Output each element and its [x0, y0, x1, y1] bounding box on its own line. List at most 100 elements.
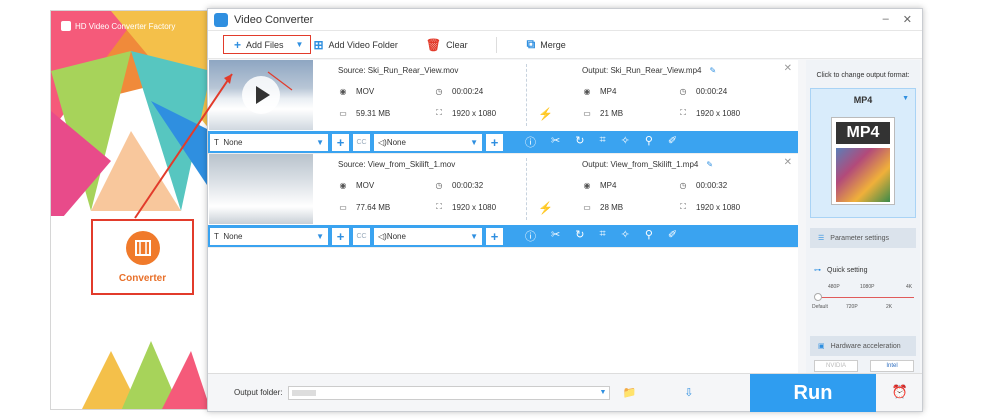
- output-folder-input[interactable]: ▼: [288, 385, 611, 400]
- chevron-down-icon: ▼: [902, 95, 909, 102]
- output-filename: Output: Ski_Run_Rear_View.mp4: [582, 66, 702, 75]
- edit-pencil-icon[interactable]: ✎: [706, 160, 713, 169]
- download-icon[interactable]: ⇩: [684, 386, 693, 399]
- film-icon: [125, 230, 160, 265]
- file-item: Source: Ski_Run_Rear_View.mov ◉ MOV ◷ 00:0…: [208, 60, 798, 154]
- launcher-background: [51, 11, 209, 409]
- source-filename: Source: Ski_Run_Rear_View.mov: [338, 66, 459, 75]
- chevron-down-icon: ▼: [470, 137, 478, 147]
- merge-icon: ⧉: [526, 37, 536, 51]
- converter-tile[interactable]: Converter: [91, 219, 194, 295]
- item-edit-bar: T None ▼ + CC ◁)None ▼ + ⓘ ✂ ↻ ⌗ ✧ ⚲ ✐: [208, 225, 798, 247]
- close-button[interactable]: ✕: [903, 13, 912, 26]
- format-icon: ◉: [339, 87, 347, 96]
- add-subtitle-button[interactable]: +: [332, 227, 349, 245]
- chip-icon: ▣: [818, 343, 825, 350]
- item-edit-bar: T None ▼ + CC ◁)None ▼ + ⓘ ✂ ↻ ⌗ ✧ ⚲ ✐: [208, 131, 798, 153]
- edit-icon[interactable]: ✐: [668, 134, 677, 150]
- output-format-hint: Click to change output format:: [816, 72, 910, 79]
- clear-button[interactable]: 🗑 Clear: [426, 38, 468, 52]
- trim-icon[interactable]: ✂: [551, 228, 560, 244]
- crop-icon[interactable]: ⌗: [599, 228, 605, 244]
- toolbar: + Add Files ▼ ⊞ Add Video Folder 🗑 Clear…: [208, 31, 922, 59]
- nvidia-option[interactable]: NVIDIA: [814, 360, 858, 372]
- slider-icon: ⊶: [814, 267, 821, 274]
- file-size-icon: ▭: [583, 108, 591, 118]
- watermark-icon[interactable]: ⚲: [645, 228, 653, 244]
- item-divider: [526, 64, 527, 126]
- clock-icon: ◷: [435, 87, 443, 96]
- resolution-icon: ⛶: [436, 202, 442, 211]
- format-icon: ◉: [339, 181, 347, 190]
- rotate-icon[interactable]: ↻: [575, 134, 584, 150]
- cc-icon[interactable]: CC: [353, 227, 370, 245]
- add-video-folder-button[interactable]: ⊞ Add Video Folder: [313, 38, 397, 52]
- quick-setting-label: ⊶ Quick setting: [814, 266, 868, 275]
- chevron-down-icon: ▼: [599, 389, 607, 396]
- mp4-format-icon: MP4: [831, 117, 895, 205]
- output-info: Output: View_from_Skilift_1.mp4 ✎ ◉ MP4 ◷ 0…: [582, 160, 741, 212]
- video-thumbnail[interactable]: [209, 154, 313, 224]
- chevron-down-icon: ▼: [316, 137, 324, 147]
- file-size-icon: ▭: [583, 202, 591, 212]
- source-info: Source: Ski_Run_Rear_View.mov ◉ MOV ◷ 00:0…: [338, 66, 530, 130]
- folder-plus-icon: ⊞: [313, 37, 324, 52]
- output-filename: Output: View_from_Skilift_1.mp4: [582, 160, 699, 169]
- converter-window: Video Converter – ✕ + Add Files ▼ ⊞ Add …: [207, 8, 923, 412]
- effects-icon[interactable]: ✧: [621, 228, 630, 244]
- intel-option[interactable]: Intel: [870, 360, 914, 372]
- info-icon[interactable]: ⓘ: [525, 134, 536, 150]
- rotate-icon[interactable]: ↻: [575, 228, 584, 244]
- audio-select[interactable]: ◁)None ▼: [374, 227, 482, 245]
- subtitle-select[interactable]: T None ▼: [210, 227, 328, 245]
- play-icon[interactable]: [242, 76, 280, 114]
- launcher-window: HD Video Converter Factory Converter: [50, 10, 210, 410]
- file-size-icon: ▭: [339, 108, 347, 118]
- add-files-highlight: [223, 35, 311, 54]
- app-icon: [214, 12, 228, 27]
- source-filename: Source: View_from_Skilift_1.mov: [338, 160, 456, 169]
- slider-handle[interactable]: [814, 293, 822, 301]
- cc-icon[interactable]: CC: [353, 133, 370, 151]
- file-size-icon: ▭: [339, 202, 347, 212]
- remove-item-icon[interactable]: ✕: [784, 157, 792, 168]
- file-list: Source: Ski_Run_Rear_View.mov ◉ MOV ◷ 00:0…: [208, 60, 798, 378]
- lightning-icon: ⚡: [538, 107, 553, 121]
- merge-button[interactable]: ⧉ Merge: [527, 37, 566, 52]
- watermark-icon[interactable]: ⚲: [645, 134, 653, 150]
- remove-item-icon[interactable]: ✕: [784, 63, 792, 74]
- edit-pencil-icon[interactable]: ✎: [709, 66, 716, 75]
- audio-select[interactable]: ◁)None ▼: [374, 133, 482, 151]
- subtitle-select[interactable]: T None ▼: [210, 133, 328, 151]
- parameter-settings-button[interactable]: ☰ Parameter settings: [810, 228, 916, 248]
- output-format-selector[interactable]: MP4 ▼ MP4: [810, 88, 916, 218]
- add-subtitle-button[interactable]: +: [332, 133, 349, 151]
- quality-slider[interactable]: 480P 1080P 4K Default 720P 2K: [812, 284, 916, 324]
- folder-icon[interactable]: 📁: [622, 386, 636, 399]
- format-icon: ◉: [583, 181, 591, 190]
- clock-icon: ◷: [679, 181, 687, 190]
- file-item: Source: View_from_Skilift_1.mov ◉ MOV ◷ 00…: [208, 154, 798, 248]
- format-icon: ◉: [583, 87, 591, 96]
- lightning-icon: ⚡: [538, 201, 553, 215]
- launcher-title-text: HD Video Converter Factory: [75, 21, 176, 31]
- info-icon[interactable]: ⓘ: [525, 228, 536, 244]
- bottom-bar: Output folder: ▼ 📁 ⇩ Run ⏰: [208, 373, 922, 412]
- edit-icon[interactable]: ✐: [668, 228, 677, 244]
- trim-icon[interactable]: ✂: [551, 134, 560, 150]
- output-folder-label: Output folder:: [234, 388, 283, 397]
- trash-icon: 🗑: [425, 37, 442, 52]
- add-audio-button[interactable]: +: [486, 227, 503, 245]
- run-button[interactable]: Run: [750, 374, 876, 412]
- hardware-acceleration-button[interactable]: ▣ Hardware acceleration: [810, 336, 916, 356]
- output-info: Output: Ski_Run_Rear_View.mp4 ✎ ◉ MP4 ◷ 00:…: [582, 66, 741, 118]
- minimize-button[interactable]: –: [883, 13, 889, 26]
- alarm-clock-icon[interactable]: ⏰: [892, 384, 908, 400]
- effects-icon[interactable]: ✧: [621, 134, 630, 150]
- toolbar-divider: [495, 36, 497, 53]
- add-audio-button[interactable]: +: [486, 133, 503, 151]
- window-title: Video Converter: [234, 13, 314, 26]
- video-thumbnail[interactable]: [209, 60, 313, 130]
- clock-icon: ◷: [435, 181, 443, 190]
- crop-icon[interactable]: ⌗: [599, 134, 605, 150]
